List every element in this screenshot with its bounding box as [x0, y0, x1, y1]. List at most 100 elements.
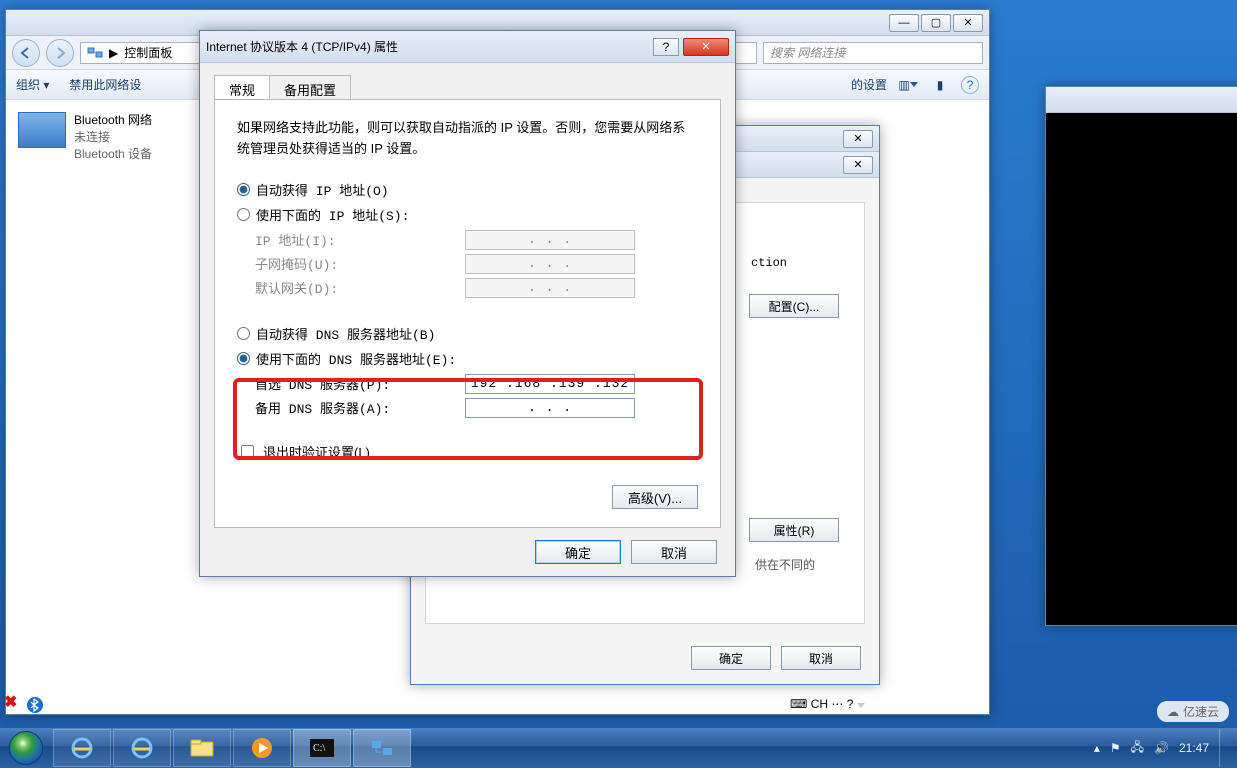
- arrow-left-icon: [19, 46, 33, 60]
- tray-network-icon[interactable]: 🖧: [1131, 738, 1144, 759]
- start-button[interactable]: [0, 728, 52, 768]
- radio-auto-dns[interactable]: 自动获得 DNS 服务器地址(B): [237, 324, 698, 343]
- input-mask: . . .: [465, 254, 635, 274]
- svg-text:C:\: C:\: [313, 743, 325, 754]
- description-text: 如果网络支持此功能，则可以获取自动指派的 IP 设置。否则，您需要从网络系统管理…: [237, 118, 698, 160]
- arrow-right-icon: [53, 46, 67, 60]
- advanced-button[interactable]: 高级(V)...: [612, 485, 698, 509]
- ipv4-titlebar[interactable]: Internet 协议版本 4 (TCP/IPv4) 属性 ? ✕: [200, 31, 735, 63]
- taskbar-item-explorer[interactable]: [173, 729, 231, 767]
- taskbar-item-ie2[interactable]: [113, 729, 171, 767]
- taskbar-item-ie[interactable]: [53, 729, 111, 767]
- ok-button[interactable]: 确定: [535, 540, 621, 564]
- error-x-icon: ✖: [4, 692, 17, 712]
- radio-auto-ip[interactable]: 自动获得 IP 地址(O): [237, 180, 698, 199]
- input-ip: . . .: [465, 230, 635, 250]
- input-dns2[interactable]: . . .: [465, 398, 635, 418]
- close-button[interactable]: ✕: [843, 130, 873, 148]
- taskbar: C:\ ▴ ⚑ 🖧 🔊 21:47: [0, 728, 1237, 768]
- note-text: 供在不同的: [755, 556, 815, 573]
- row-dns1: 首选 DNS 服务器(P): 192 .168 .139 .132: [255, 374, 698, 394]
- ok-button[interactable]: 确定: [691, 646, 771, 670]
- radio-manual-dns-label: 使用下面的 DNS 服务器地址(E):: [256, 349, 456, 368]
- clock-time: 21:47: [1179, 741, 1209, 755]
- checkbox-validate-input[interactable]: [241, 445, 254, 458]
- folder-icon: [189, 738, 215, 758]
- bluetooth-icon: [26, 696, 44, 714]
- cancel-button[interactable]: 取消: [781, 646, 861, 670]
- preview-pane-button[interactable]: ▮: [929, 74, 951, 96]
- ie-icon: [70, 736, 94, 760]
- network-panel-icon: [370, 738, 394, 758]
- organize-menu[interactable]: 组织 ▾: [16, 76, 49, 93]
- cancel-button[interactable]: 取消: [631, 540, 717, 564]
- watermark-text: 亿速云: [1183, 703, 1219, 720]
- label-ip: IP 地址(I):: [255, 230, 465, 249]
- close-button[interactable]: ✕: [683, 38, 729, 56]
- cloud-icon: ☁: [1167, 705, 1179, 719]
- taskbar-clock[interactable]: 21:47: [1179, 741, 1209, 755]
- minimize-button[interactable]: —: [889, 14, 919, 32]
- search-placeholder: 搜索 网络连接: [770, 44, 845, 61]
- ime-lang-label: CH: [811, 697, 828, 711]
- chevron-down-icon: [910, 82, 918, 87]
- ime-help-icon[interactable]: ?: [847, 697, 854, 711]
- checkbox-validate[interactable]: 退出时验证设置(L): [237, 442, 698, 461]
- adapter-icon: [18, 112, 66, 148]
- radio-auto-ip-input[interactable]: [237, 183, 250, 196]
- row-gateway: 默认网关(D): . . .: [255, 278, 698, 298]
- help-button[interactable]: ?: [961, 76, 979, 94]
- close-button[interactable]: ✕: [953, 14, 983, 32]
- configure-button[interactable]: 配置(C)...: [749, 294, 839, 318]
- tray-flag-icon[interactable]: ⚑: [1110, 741, 1121, 755]
- taskbar-item-media[interactable]: [233, 729, 291, 767]
- ie-icon: [130, 736, 154, 760]
- radio-auto-ip-label: 自动获得 IP 地址(O): [256, 180, 389, 199]
- back-button[interactable]: [12, 39, 40, 67]
- breadcrumb-arrow: ▶: [109, 46, 118, 60]
- tray-volume-icon[interactable]: 🔊: [1154, 741, 1169, 755]
- input-gateway: . . .: [465, 278, 635, 298]
- checkbox-validate-label: 退出时验证设置(L): [263, 442, 370, 461]
- chevron-down-icon[interactable]: [857, 703, 865, 708]
- dialog-title: Internet 协议版本 4 (TCP/IPv4) 属性: [206, 38, 653, 55]
- view-menu[interactable]: ▥: [897, 74, 919, 96]
- connection-item-bluetooth[interactable]: ✖ Bluetooth 网络 未连接 Bluetooth 设备: [6, 100, 164, 714]
- label-mask: 子网掩码(U):: [255, 254, 465, 273]
- ime-menu-icon[interactable]: ⋯: [831, 697, 843, 711]
- label-dns1: 首选 DNS 服务器(P):: [255, 374, 465, 393]
- network-icon: [87, 46, 103, 60]
- console-titlebar[interactable]: — ▢ ✕: [1046, 87, 1237, 113]
- truncated-text: ction: [751, 256, 787, 270]
- ime-language-bar[interactable]: ⌨ CH ⋯ ?: [790, 697, 865, 711]
- tray-show-hidden-icon[interactable]: ▴: [1094, 741, 1100, 755]
- maximize-button[interactable]: ▢: [921, 14, 951, 32]
- properties-button[interactable]: 属性(R): [749, 518, 839, 542]
- breadcrumb-text: 控制面板: [124, 44, 172, 61]
- connection-device: Bluetooth 设备: [74, 146, 152, 163]
- radio-manual-ip-label: 使用下面的 IP 地址(S):: [256, 205, 409, 224]
- disable-device-link[interactable]: 禁用此网络设: [69, 76, 141, 93]
- wmp-icon: [251, 737, 273, 759]
- ipv4-properties-dialog: Internet 协议版本 4 (TCP/IPv4) 属性 ? ✕ 常规 备用配…: [199, 30, 736, 577]
- row-ip: IP 地址(I): . . .: [255, 230, 698, 250]
- radio-manual-dns-input[interactable]: [237, 352, 250, 365]
- search-input[interactable]: 搜索 网络连接: [763, 42, 983, 64]
- radio-auto-dns-label: 自动获得 DNS 服务器地址(B): [256, 324, 435, 343]
- radio-auto-dns-input[interactable]: [237, 327, 250, 340]
- connection-status: 未连接: [74, 129, 152, 146]
- show-desktop-button[interactable]: [1219, 729, 1229, 767]
- forward-button[interactable]: [46, 39, 74, 67]
- taskbar-item-cmd[interactable]: C:\: [293, 729, 351, 767]
- help-button[interactable]: ?: [653, 38, 679, 56]
- windows-orb-icon: [9, 731, 43, 765]
- taskbar-item-network[interactable]: [353, 729, 411, 767]
- input-dns1[interactable]: 192 .168 .139 .132: [465, 374, 635, 394]
- radio-manual-ip[interactable]: 使用下面的 IP 地址(S):: [237, 205, 698, 224]
- row-mask: 子网掩码(U): . . .: [255, 254, 698, 274]
- connection-title: Bluetooth 网络: [74, 112, 152, 129]
- radio-manual-dns[interactable]: 使用下面的 DNS 服务器地址(E):: [237, 349, 698, 368]
- general-panel: 如果网络支持此功能，则可以获取自动指派的 IP 设置。否则，您需要从网络系统管理…: [214, 99, 721, 528]
- radio-manual-ip-input[interactable]: [237, 208, 250, 221]
- close-button[interactable]: ✕: [843, 156, 873, 174]
